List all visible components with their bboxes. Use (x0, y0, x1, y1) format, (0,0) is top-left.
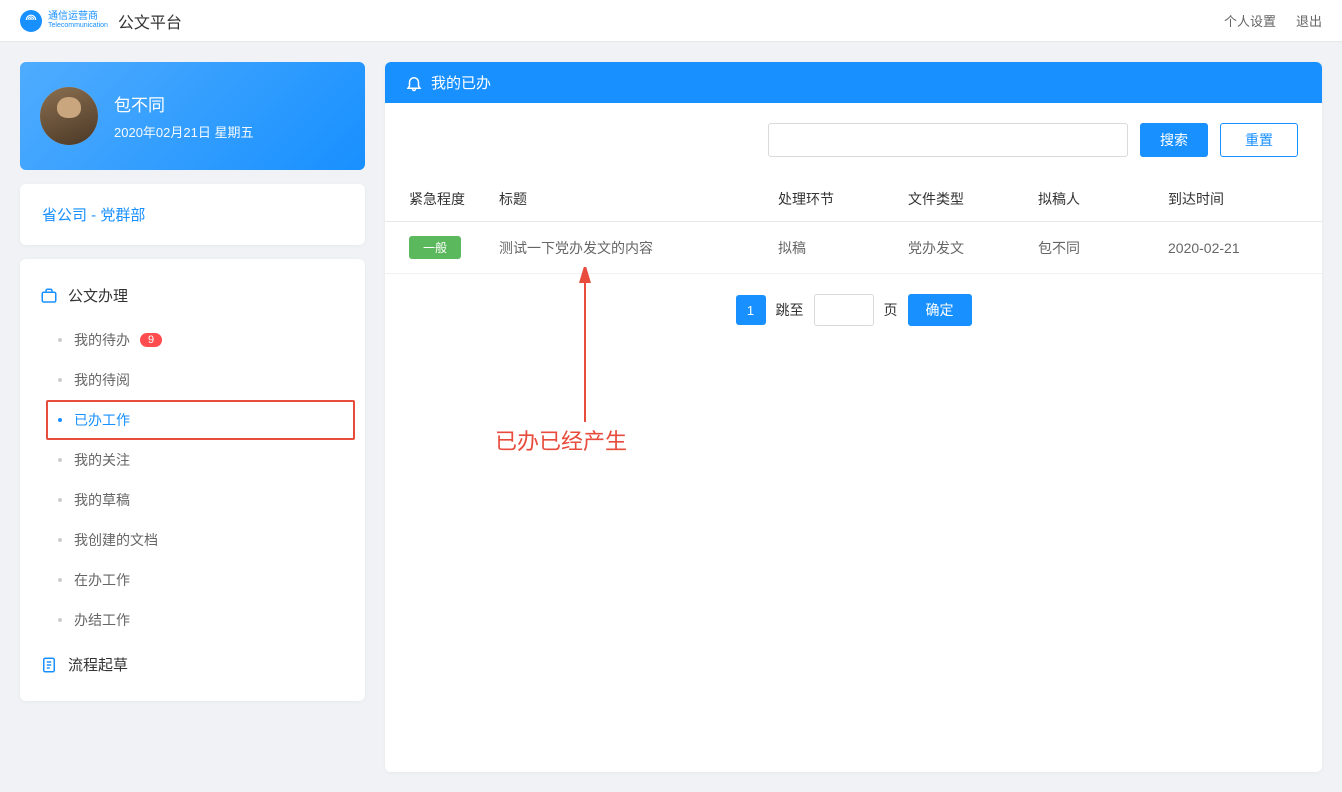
content-header: 我的已办 (385, 62, 1322, 103)
col-urgency: 紧急程度 (409, 189, 499, 209)
sidebar-item-draft[interactable]: 我的草稿 (20, 480, 365, 520)
sidebar-item-label: 已办工作 (74, 410, 130, 430)
logo: 通信运营商 Telecommunication 公文平台 (20, 9, 182, 33)
sidebar: 包不同 2020年02月21日 星期五 省公司 - 党群部 公文办理 我的待办 … (20, 62, 365, 772)
logo-cn: 通信运营商 (48, 12, 108, 22)
table-head: 紧急程度 标题 处理环节 文件类型 拟稿人 到达时间 (385, 177, 1322, 222)
content-title: 我的已办 (431, 72, 491, 93)
sidebar-item-todo[interactable]: 我的待办 9 (20, 320, 365, 360)
sidebar-item-label: 我的关注 (74, 450, 130, 470)
col-type: 文件类型 (908, 189, 1038, 209)
document-icon (40, 656, 58, 674)
logo-icon (20, 10, 42, 32)
logo-text: 通信运营商 Telecommunication (48, 12, 108, 29)
table-row[interactable]: 一般 测试一下党办发文的内容 拟稿 党办发文 包不同 2020-02-21 (385, 222, 1322, 274)
avatar (40, 87, 98, 145)
pagination: 1 跳至 页 确定 (385, 274, 1322, 346)
col-arrive: 到达时间 (1168, 189, 1298, 209)
cell-urgency: 一般 (409, 236, 499, 259)
page-label: 页 (884, 300, 898, 320)
user-card: 包不同 2020年02月21日 星期五 (20, 62, 365, 170)
department-card: 省公司 - 党群部 (20, 184, 365, 245)
search-row: 搜索 重置 (385, 103, 1322, 177)
sidebar-item-label: 我的草稿 (74, 490, 130, 510)
sidebar-item-label: 在办工作 (74, 570, 130, 590)
section-documents[interactable]: 公文办理 (20, 277, 365, 314)
badge: 9 (140, 333, 162, 347)
urgency-tag: 一般 (409, 236, 461, 259)
cell-stage: 拟稿 (778, 238, 908, 258)
user-name: 包不同 (114, 91, 253, 116)
platform-title: 公文平台 (118, 9, 182, 33)
sidebar-item-label: 我的待办 (74, 330, 130, 350)
page-jump-input[interactable] (814, 294, 874, 326)
sidebar-item-label: 我的待阅 (74, 370, 130, 390)
cell-arrive: 2020-02-21 (1168, 240, 1298, 256)
annotation-text: 已办已经产生 (495, 424, 627, 456)
sidebar-item-label: 办结工作 (74, 610, 130, 630)
col-author: 拟稿人 (1038, 189, 1168, 209)
cell-type: 党办发文 (908, 238, 1038, 258)
data-table: 紧急程度 标题 处理环节 文件类型 拟稿人 到达时间 一般 测试一下党办发文的内… (385, 177, 1322, 274)
bell-icon (405, 74, 423, 92)
content-panel: 我的已办 搜索 重置 紧急程度 标题 处理环节 文件类型 拟稿人 到达时间 一般… (385, 62, 1322, 772)
col-stage: 处理环节 (778, 189, 908, 209)
sidebar-item-done[interactable]: 已办工作 (46, 400, 355, 440)
jump-label: 跳至 (776, 300, 804, 320)
page-number-1[interactable]: 1 (736, 295, 766, 325)
sidebar-item-label: 我创建的文档 (74, 530, 158, 550)
cell-author: 包不同 (1038, 238, 1168, 258)
nav-items: 我的待办 9 我的待阅 已办工作 我的关注 我的草稿 我创建的文档 (20, 314, 365, 646)
search-button[interactable]: 搜索 (1140, 123, 1208, 157)
sidebar-nav: 公文办理 我的待办 9 我的待阅 已办工作 我的关注 我的草稿 (20, 259, 365, 701)
department-text: 省公司 - 党群部 (42, 207, 145, 224)
section-flow-label: 流程起草 (68, 654, 128, 675)
cell-title: 测试一下党办发文的内容 (499, 238, 778, 258)
section-flow[interactable]: 流程起草 (20, 646, 365, 683)
page-confirm-button[interactable]: 确定 (908, 294, 972, 326)
sidebar-item-inprocess[interactable]: 在办工作 (20, 560, 365, 600)
sidebar-item-toread[interactable]: 我的待阅 (20, 360, 365, 400)
search-input[interactable] (768, 123, 1128, 157)
logo-en: Telecommunication (48, 22, 108, 29)
briefcase-icon (40, 287, 58, 305)
col-title: 标题 (499, 189, 778, 209)
user-date: 2020年02月21日 星期五 (114, 122, 253, 141)
sidebar-item-created[interactable]: 我创建的文档 (20, 520, 365, 560)
header-nav-right: 个人设置 退出 (1224, 11, 1322, 30)
sidebar-item-finished[interactable]: 办结工作 (20, 600, 365, 640)
sidebar-item-follow[interactable]: 我的关注 (20, 440, 365, 480)
section-documents-label: 公文办理 (68, 285, 128, 306)
personal-settings-link[interactable]: 个人设置 (1224, 11, 1276, 30)
reset-button[interactable]: 重置 (1220, 123, 1298, 157)
logout-link[interactable]: 退出 (1296, 11, 1322, 30)
top-header: 通信运营商 Telecommunication 公文平台 个人设置 退出 (0, 0, 1342, 42)
